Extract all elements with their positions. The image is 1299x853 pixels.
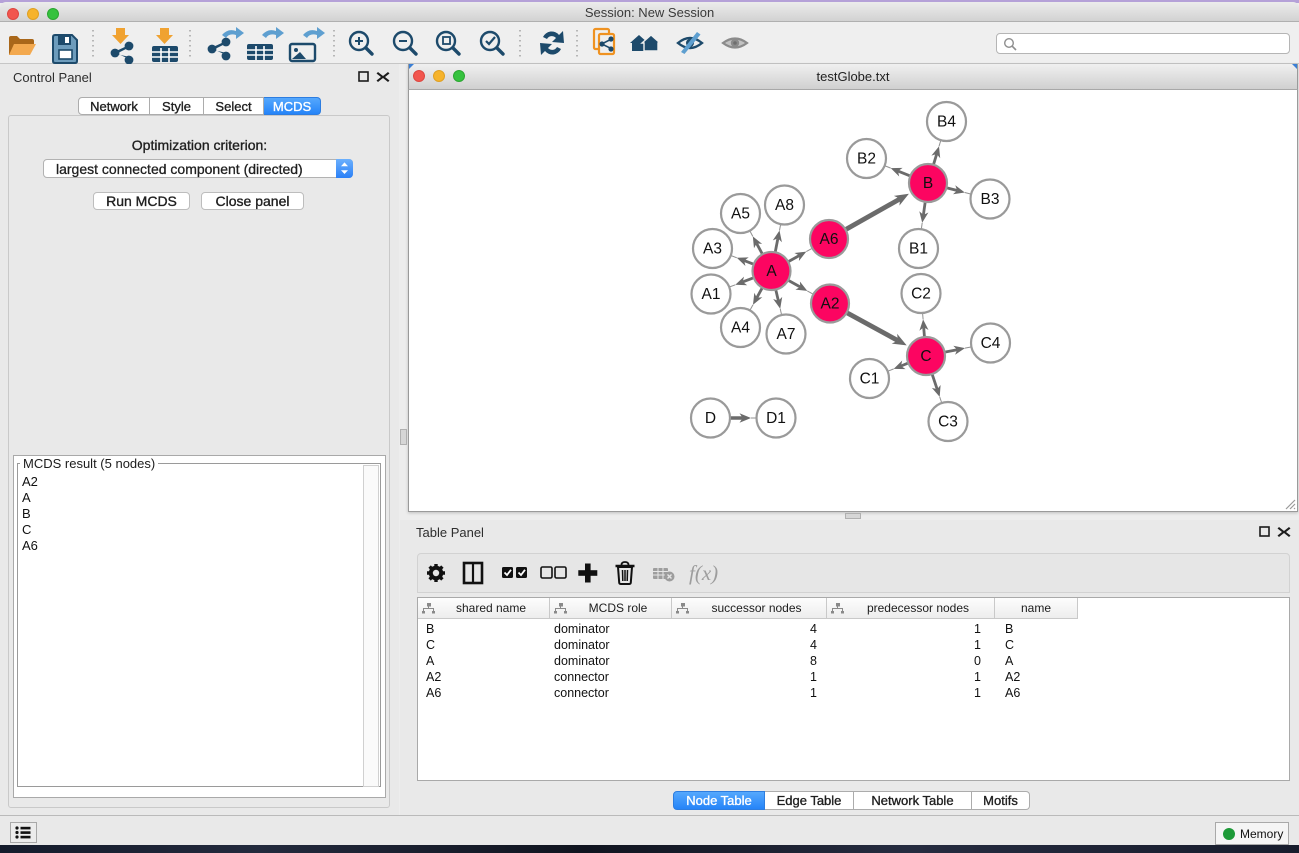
svg-text:A7: A7 <box>777 326 796 343</box>
svg-text:A8: A8 <box>775 197 794 214</box>
svg-text:A2: A2 <box>821 296 840 313</box>
svg-text:C3: C3 <box>938 414 958 431</box>
svg-text:A3: A3 <box>703 241 722 258</box>
svg-text:A5: A5 <box>731 206 750 223</box>
svg-text:B1: B1 <box>909 241 928 258</box>
svg-text:A: A <box>766 263 777 280</box>
svg-text:B2: B2 <box>857 151 876 168</box>
svg-text:D1: D1 <box>766 410 786 427</box>
svg-text:f(x): f(x) <box>689 561 718 585</box>
svg-text:C: C <box>920 348 931 365</box>
svg-text:B3: B3 <box>981 191 1000 208</box>
svg-text:D: D <box>705 410 716 427</box>
svg-text:B4: B4 <box>937 114 956 131</box>
svg-text:A6: A6 <box>820 231 839 248</box>
svg-text:C1: C1 <box>860 371 880 388</box>
svg-text:A1: A1 <box>702 286 721 303</box>
svg-text:B: B <box>923 175 933 192</box>
svg-text:C2: C2 <box>911 286 931 303</box>
svg-text:C4: C4 <box>981 335 1001 352</box>
svg-text:A4: A4 <box>731 320 750 337</box>
